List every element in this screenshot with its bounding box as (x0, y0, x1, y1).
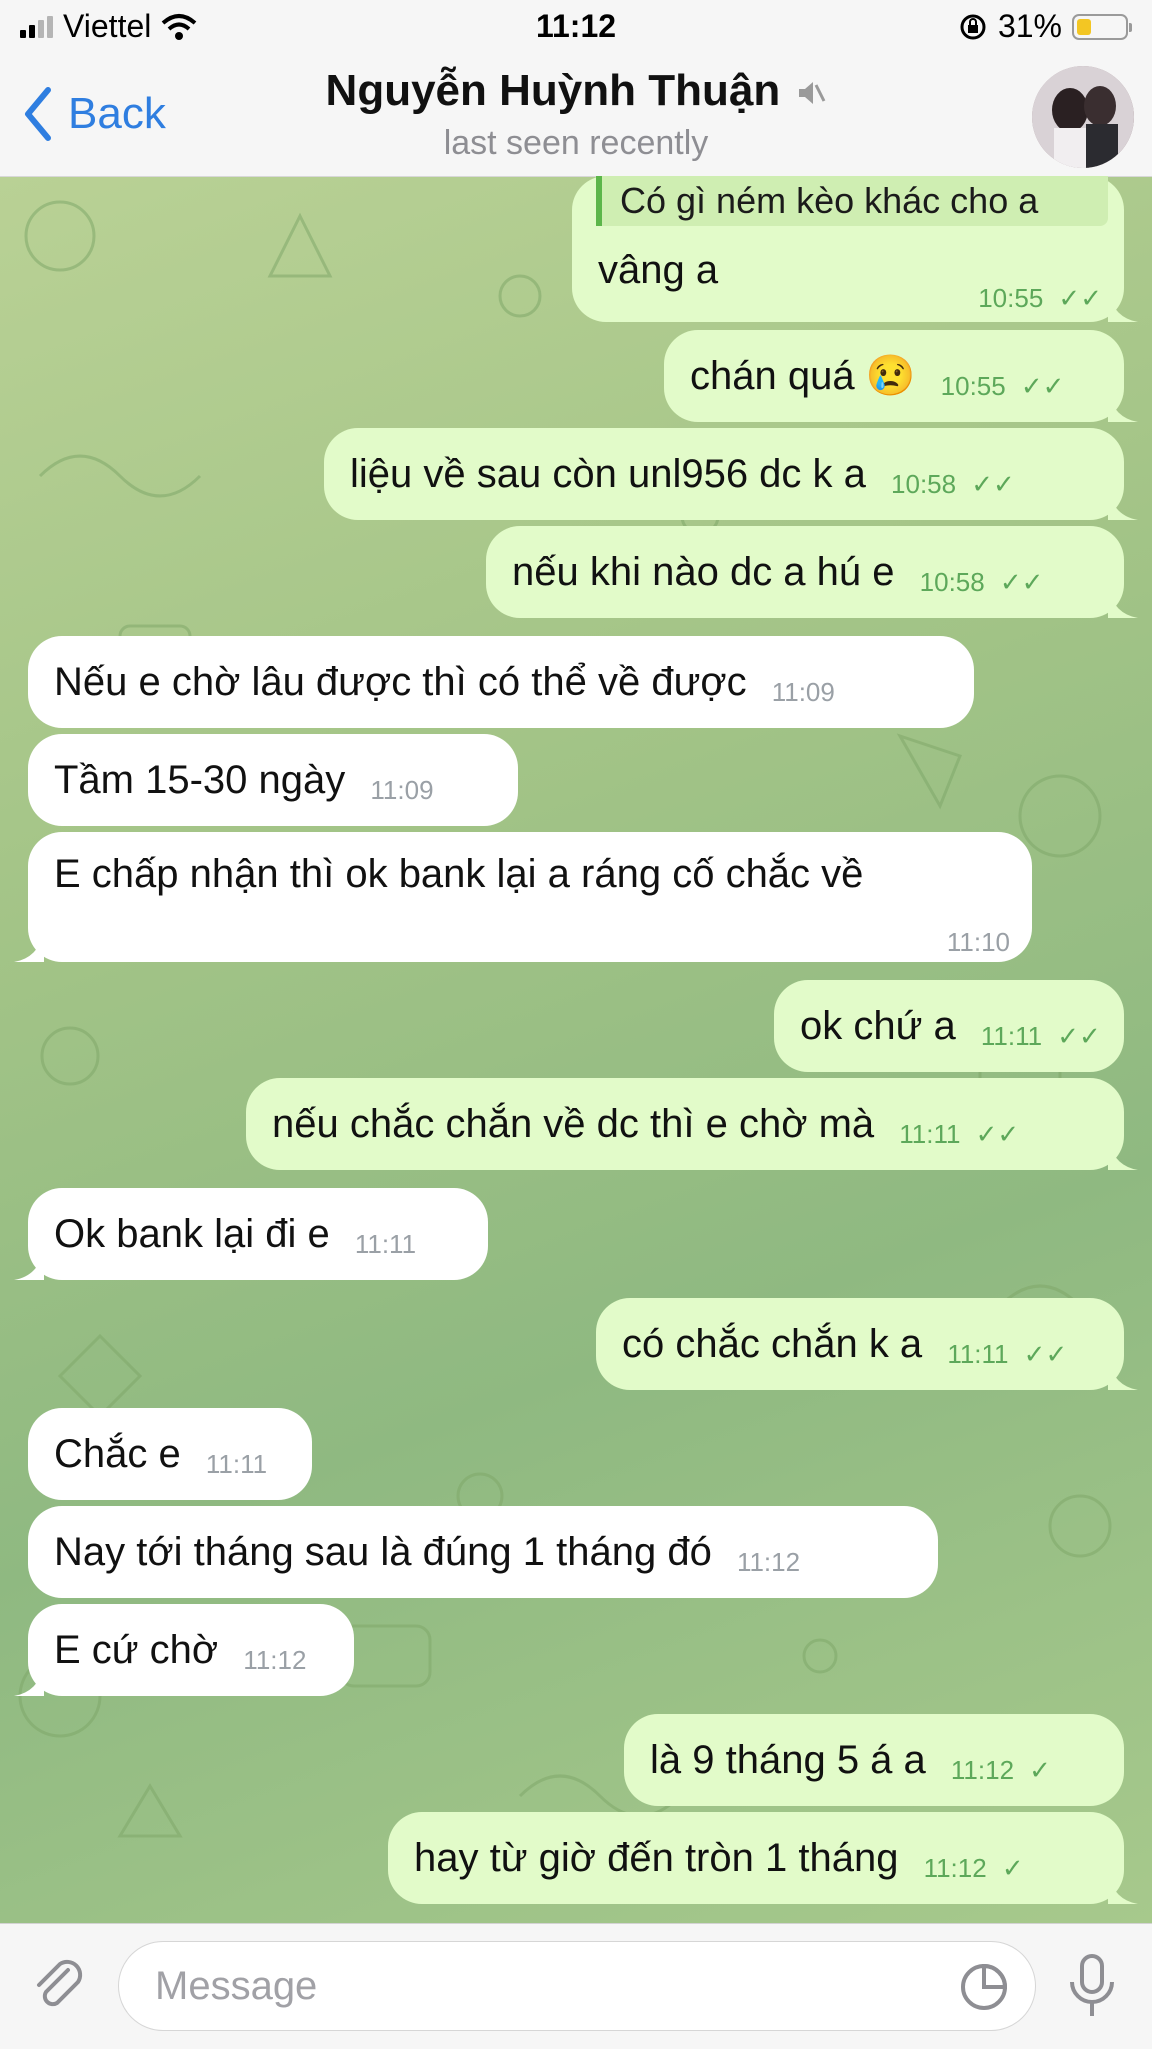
message-text: ok chứ a (800, 1004, 956, 1048)
message-text: liệu về sau còn unl956 dc k a (350, 452, 866, 496)
message-text: Tầm 15-30 ngày (54, 758, 346, 802)
bubble-tail (14, 932, 44, 962)
last-seen-status: last seen recently (443, 124, 709, 162)
message-outgoing[interactable]: ok chứ a 11:11 ✓✓ (774, 980, 1124, 1072)
bubble-tail (14, 1250, 44, 1280)
message-time: 11:11 (899, 1119, 961, 1149)
bubble-tail (1108, 392, 1138, 422)
message-outgoing[interactable]: nếu khi nào dc a hú e 10:58 ✓✓ (486, 526, 1138, 618)
message-text: Nếu e chờ lâu được thì có thể về được (54, 660, 747, 704)
message-meta: 11:10 (933, 912, 1010, 962)
message-time: 11:09 (771, 677, 835, 707)
chat-title[interactable]: Nguyễn Huỳnh Thuận (0, 66, 1152, 116)
message-input[interactable] (118, 1941, 1036, 2031)
message-text: chán quá (690, 354, 855, 398)
single-check-icon: ✓ (1029, 1755, 1051, 1785)
message-time: 11:12 (923, 1853, 987, 1883)
message-outgoing[interactable]: nếu chắc chắn về dc thì e chờ mà 11:11 ✓… (246, 1078, 1138, 1170)
bubble-tail (1108, 292, 1138, 322)
message-time: 11:09 (370, 775, 434, 805)
message-time: 11:11 (947, 1339, 1009, 1369)
message-text: Ok bank lại đi e (54, 1212, 330, 1256)
message-meta: 10:55 ✓✓ (964, 268, 1102, 318)
message-incoming[interactable]: Tầm 15-30 ngày 11:09 (28, 734, 518, 826)
message-text: có chắc chắn k a (622, 1322, 923, 1366)
message-time: 10:55 (978, 283, 1044, 313)
message-body: vâng a (598, 224, 718, 316)
paperclip-icon[interactable] (28, 1956, 88, 2016)
bubble-tail (1108, 1140, 1138, 1170)
message-text: E cứ chờ (54, 1628, 219, 1672)
message-outgoing[interactable]: hay từ giờ đến tròn 1 tháng 11:12 ✓ (388, 1812, 1138, 1904)
double-check-icon: ✓✓ (975, 1119, 1020, 1149)
reply-quote[interactable]: Có gì ném kèo khác cho a (596, 176, 1108, 226)
bubble-tail (1108, 1360, 1138, 1390)
double-check-icon: ✓✓ (1023, 1339, 1068, 1369)
sticker-icon[interactable] (958, 1961, 1010, 2013)
contact-name: Nguyễn Huỳnh Thuận (325, 66, 781, 115)
message-outgoing[interactable]: có chắc chắn k a 11:11 ✓✓ (596, 1298, 1138, 1390)
muted-speaker-icon (799, 82, 826, 104)
status-right: 31% (958, 8, 1132, 45)
double-check-icon: ✓✓ (1057, 1021, 1101, 1051)
navigation-header: Viettel 11:12 31% Back Nguyễn Huỳnh Thuậ… (0, 0, 1152, 177)
message-outgoing[interactable]: chán quá 😢 10:55 ✓✓ (664, 330, 1138, 422)
message-outgoing[interactable]: là 9 tháng 5 á a 11:12 ✓ (624, 1714, 1124, 1806)
battery-percent: 31% (997, 8, 1062, 44)
message-time: 11:12 (243, 1645, 307, 1675)
message-text: Chắc e (54, 1432, 181, 1476)
message-text: nếu chắc chắn về dc thì e chờ mà (272, 1102, 875, 1146)
crying-face-emoji: 😢 (865, 354, 916, 398)
double-check-icon: ✓✓ (1058, 283, 1102, 313)
double-check-icon: ✓✓ (999, 567, 1044, 597)
contact-avatar[interactable] (1032, 66, 1134, 168)
message-incoming[interactable]: Nếu e chờ lâu được thì có thể về được 11… (28, 636, 974, 728)
message-text: vâng a (598, 248, 719, 292)
double-check-icon: ✓✓ (1020, 371, 1065, 401)
message-time: 11:12 (736, 1547, 801, 1577)
bubble-tail (1108, 490, 1138, 520)
message-time: 10:58 (891, 469, 957, 499)
message-incoming[interactable]: E cứ chờ 11:12 (14, 1604, 354, 1696)
message-body: E chấp nhận thì ok bank lại a ráng cố ch… (54, 832, 863, 916)
double-check-icon: ✓✓ (971, 469, 1015, 499)
battery-icon (1072, 13, 1132, 40)
message-text: nếu khi nào dc a hú e (512, 550, 895, 594)
single-check-icon: ✓ (1001, 1853, 1024, 1883)
bubble-tail (1108, 588, 1138, 618)
bubble-tail (1108, 1874, 1138, 1904)
message-outgoing[interactable]: liệu về sau còn unl956 dc k a 10:58 ✓✓ (324, 428, 1138, 520)
message-text: hay từ giờ đến tròn 1 tháng (414, 1836, 899, 1880)
message-time: 11:10 (946, 927, 1010, 957)
message-time: 10:55 (940, 371, 1006, 401)
message-incoming[interactable]: E chấp nhận thì ok bank lại a ráng cố ch… (14, 832, 1032, 962)
message-incoming[interactable]: Chắc e 11:11 (28, 1408, 312, 1500)
microphone-icon[interactable] (1066, 1952, 1118, 2022)
message-time: 10:58 (919, 567, 985, 597)
message-text: Nay tới tháng sau là đúng 1 tháng đó (54, 1530, 712, 1574)
orientation-lock-icon (960, 14, 986, 39)
message-time: 11:11 (354, 1229, 417, 1259)
message-incoming[interactable]: Ok bank lại đi e 11:11 (14, 1188, 488, 1280)
message-outgoing[interactable]: Có gì ném kèo khác cho a vâng a 10:55 ✓✓ (572, 176, 1138, 322)
message-incoming[interactable]: Nay tới tháng sau là đúng 1 tháng đó 11:… (28, 1506, 938, 1598)
message-time: 11:12 (950, 1755, 1015, 1785)
message-text: E chấp nhận thì ok bank lại a ráng cố ch… (54, 852, 864, 896)
avatar-photo (1032, 66, 1134, 168)
composer-bar (0, 1923, 1152, 2049)
message-text: là 9 tháng 5 á a (650, 1738, 926, 1782)
bubble-tail (14, 1666, 44, 1696)
message-time: 11:11 (980, 1021, 1043, 1051)
message-time: 11:11 (205, 1449, 268, 1479)
